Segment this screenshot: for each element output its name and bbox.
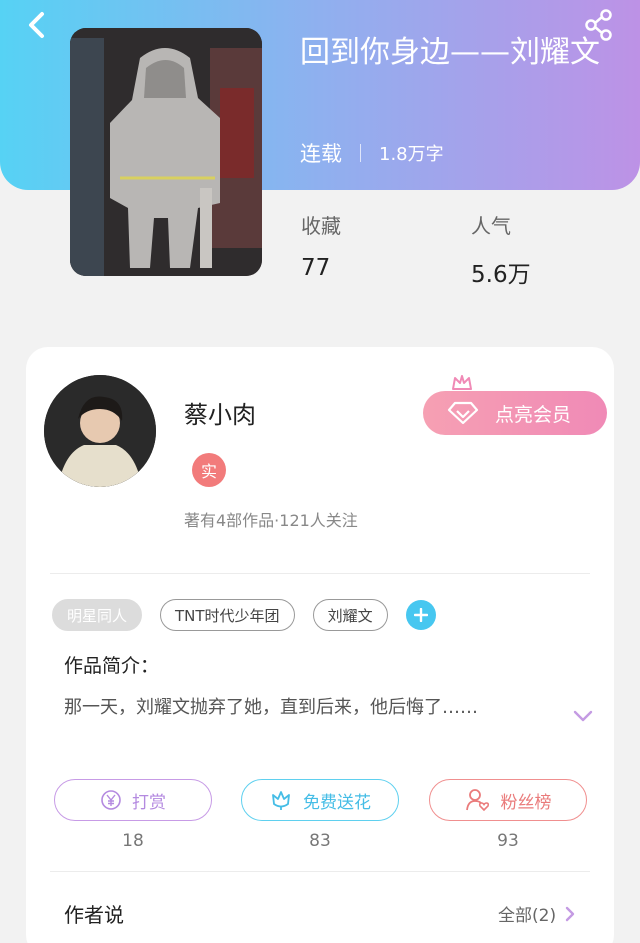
tag-item[interactable]: 刘耀文 xyxy=(312,599,388,631)
verified-badge: 实 xyxy=(192,453,226,487)
book-status: 连载 xyxy=(300,142,342,166)
section-divider xyxy=(50,871,590,872)
fans-count: 93 xyxy=(497,831,519,851)
author-stats: 著有4部作品·121人关注 xyxy=(184,511,358,530)
tag-item[interactable]: 明星同人 xyxy=(52,599,143,631)
send-flower-button[interactable]: 免费送花 xyxy=(241,779,399,821)
book-cover-image[interactable] xyxy=(70,28,262,276)
tip-count: 18 xyxy=(122,831,144,851)
tag-list: 明星同人 TNT时代少年团 刘耀文 xyxy=(52,599,436,631)
book-title: 回到你身边——刘耀文 xyxy=(300,35,600,70)
chevron-right-icon xyxy=(565,906,575,921)
author-card: 蔡小肉 实 著有4部作品·121人关注 点亮会员 明星同人 TNT时代少年团 刘… xyxy=(26,347,614,943)
stat-popularity: 人气 5.6万 xyxy=(471,210,531,289)
flower-icon xyxy=(272,791,290,810)
add-tag-button[interactable] xyxy=(405,600,436,630)
back-button[interactable] xyxy=(22,8,52,42)
author-says-title: 作者说 xyxy=(64,903,124,927)
fan-ranking-button[interactable]: 粉丝榜 xyxy=(429,779,587,821)
tip-button[interactable]: 打赏 xyxy=(54,779,212,821)
popularity-value: 5.6万 xyxy=(471,262,531,288)
section-divider xyxy=(50,573,590,574)
favorites-label: 收藏 xyxy=(301,214,341,238)
diamond-icon xyxy=(447,401,479,425)
tip-label: 打赏 xyxy=(132,792,166,813)
yen-icon xyxy=(101,790,121,810)
vip-button-label: 点亮会员 xyxy=(495,403,572,426)
avatar-photo xyxy=(44,375,156,487)
synopsis-title: 作品简介： xyxy=(64,655,160,677)
cover-photo xyxy=(70,28,262,276)
book-meta: 连载 1.8万字 xyxy=(300,138,444,168)
see-all-label: 全部(2) xyxy=(498,906,557,926)
fan-rank-icon xyxy=(465,789,489,812)
chevron-left-icon xyxy=(29,12,44,38)
send-flower-label: 免费送花 xyxy=(303,792,371,813)
flower-count: 83 xyxy=(309,831,331,851)
favorites-value: 77 xyxy=(301,255,331,281)
meta-divider xyxy=(360,144,361,162)
plus-icon xyxy=(413,608,428,622)
stat-favorites: 收藏 77 xyxy=(301,210,341,281)
vip-button[interactable]: 点亮会员 xyxy=(423,391,607,435)
fan-ranking-label: 粉丝榜 xyxy=(500,792,552,813)
author-name[interactable]: 蔡小肉 xyxy=(184,395,256,430)
chevron-down-icon[interactable] xyxy=(572,709,594,723)
crown-icon xyxy=(452,375,472,390)
avatar[interactable] xyxy=(44,375,156,487)
tag-item[interactable]: TNT时代少年团 xyxy=(160,599,295,631)
synopsis-text: 那一天，刘耀文抛弃了她，直到后来，他后悔了…… xyxy=(64,697,478,718)
popularity-label: 人气 xyxy=(471,214,511,238)
book-word-count: 1.8万字 xyxy=(379,144,444,165)
see-all-link[interactable]: 全部(2) xyxy=(498,901,576,926)
